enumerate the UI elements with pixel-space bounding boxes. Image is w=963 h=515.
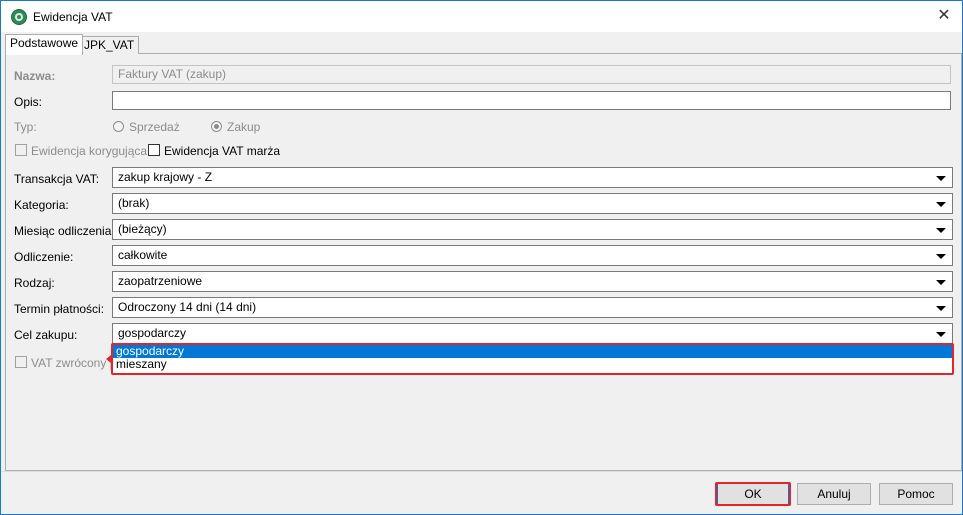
- odliczenie-label: Odliczenie:: [14, 250, 74, 264]
- rodzaj-value: zaopatrzeniowe: [118, 274, 203, 288]
- opis-label: Opis:: [14, 95, 43, 109]
- close-icon[interactable]: ✕: [932, 5, 956, 27]
- help-button[interactable]: Pomoc: [879, 483, 953, 505]
- nazwa-field: Faktury VAT (zakup): [112, 65, 951, 84]
- dropdown-highlight-frame: [111, 343, 954, 375]
- rodzaj-label: Rodzaj:: [14, 276, 55, 290]
- miesiac-odliczenia-label: Miesiąc odliczenia:: [14, 224, 115, 238]
- transakcja-vat-select[interactable]: zakup krajowy - Z: [112, 167, 953, 188]
- chevron-down-icon: [936, 254, 946, 259]
- vat-zwrocony-label: VAT zwrócony p: [31, 356, 117, 370]
- opis-field[interactable]: [112, 91, 951, 110]
- chevron-down-icon: [936, 306, 946, 311]
- typ-sprzedaz-label: Sprzedaż: [129, 120, 180, 134]
- dialog-window: Ewidencja VAT ✕ Podstawowe JPK_VAT Nazwa…: [0, 0, 963, 515]
- chevron-down-icon: [936, 202, 946, 207]
- termin-platnosci-select[interactable]: Odroczony 14 dni (14 dni): [112, 297, 953, 318]
- rodzaj-select[interactable]: zaopatrzeniowe: [112, 271, 953, 292]
- termin-platnosci-label: Termin płatności:: [14, 302, 105, 316]
- transakcja-vat-value: zakup krajowy - Z: [118, 170, 213, 184]
- termin-platnosci-value: Odroczony 14 dni (14 dni): [118, 300, 257, 314]
- cel-zakupu-select[interactable]: gospodarczy: [112, 323, 953, 344]
- cel-zakupu-label: Cel zakupu:: [14, 328, 78, 342]
- window-title: Ewidencja VAT: [33, 10, 113, 24]
- odliczenie-select[interactable]: całkowite: [112, 245, 953, 266]
- kategoria-value: (brak): [118, 196, 150, 210]
- kategoria-select[interactable]: (brak): [112, 193, 953, 214]
- miesiac-odliczenia-select[interactable]: (bieżący): [112, 219, 953, 240]
- cancel-button[interactable]: Anuluj: [797, 483, 871, 505]
- title-bar: Ewidencja VAT ✕: [1, 1, 962, 32]
- odliczenie-value: całkowite: [118, 248, 168, 262]
- chevron-down-icon: [936, 332, 946, 337]
- dialog-footer: OK Anuluj Pomoc: [1, 471, 962, 514]
- app-logo-icon: [11, 9, 27, 25]
- tab-podstawowe[interactable]: Podstawowe: [5, 34, 84, 55]
- ewidencja-vat-marza-label: Ewidencja VAT marża: [164, 144, 281, 158]
- chevron-down-icon: [936, 228, 946, 233]
- pointer-marker-icon: [106, 355, 111, 363]
- ewidencja-korygujaca-checkbox: [15, 144, 27, 156]
- transakcja-vat-label: Transakcja VAT:: [14, 172, 100, 186]
- nazwa-label: Nazwa:: [14, 69, 56, 83]
- ewidencja-korygujaca-label: Ewidencja korygująca: [31, 144, 148, 158]
- tab-strip: Podstawowe JPK_VAT: [5, 34, 962, 55]
- typ-sprzedaz-radio: [113, 121, 124, 132]
- cel-zakupu-value: gospodarczy: [118, 326, 187, 340]
- typ-label: Typ:: [14, 120, 37, 134]
- tab-jpk-vat[interactable]: JPK_VAT: [79, 36, 140, 54]
- typ-zakup-label: Zakup: [227, 120, 261, 134]
- ok-button-highlight-frame: [715, 482, 791, 506]
- miesiac-odliczenia-value: (bieżący): [118, 222, 167, 236]
- chevron-down-icon: [936, 176, 946, 181]
- vat-zwrocony-checkbox: [15, 356, 27, 368]
- typ-zakup-radio: [211, 121, 222, 132]
- tab-panel-podstawowe: Nazwa: Faktury VAT (zakup) Opis: Typ: Sp…: [5, 54, 962, 471]
- ewidencja-vat-marza-checkbox[interactable]: [148, 144, 160, 156]
- kategoria-label: Kategoria:: [14, 198, 69, 212]
- chevron-down-icon: [936, 280, 946, 285]
